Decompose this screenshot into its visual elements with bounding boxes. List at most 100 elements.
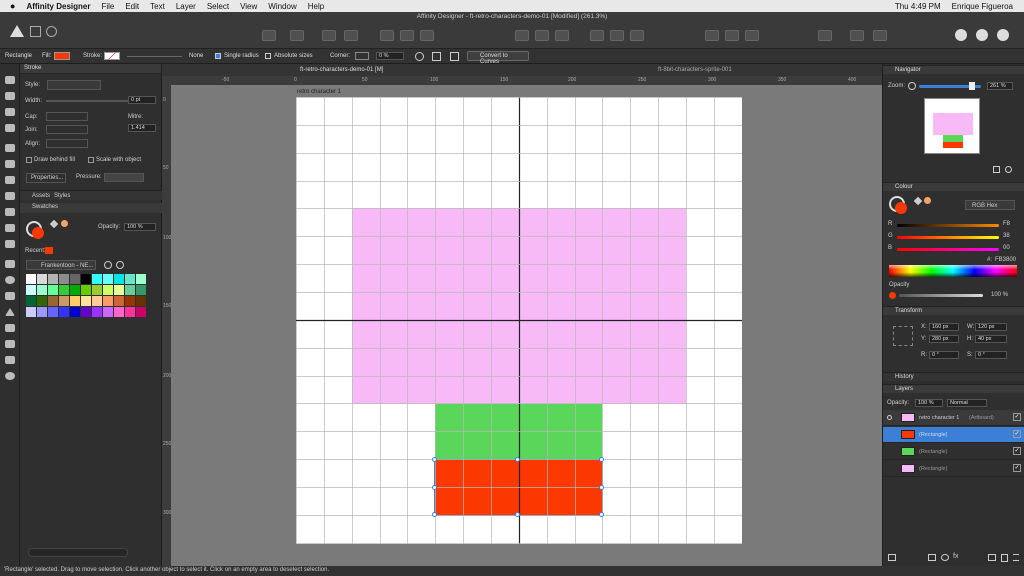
flip-h-button[interactable] — [380, 30, 394, 41]
r-slider[interactable] — [897, 224, 999, 227]
pen-tool-icon[interactable] — [5, 144, 15, 152]
snapping-button[interactable] — [262, 30, 276, 41]
colour-opacity-slider[interactable] — [899, 294, 983, 297]
colour-picker-icon[interactable] — [49, 219, 59, 229]
flip-v-button[interactable] — [400, 30, 414, 41]
mask-icon[interactable] — [928, 554, 936, 561]
rotation-field[interactable]: 0 ° — [929, 351, 959, 359]
stroke-swatch[interactable] — [104, 52, 120, 60]
swatch-chip[interactable] — [125, 285, 135, 295]
rounded-rectangle-tool-icon[interactable] — [5, 292, 15, 300]
swatch-chip[interactable] — [103, 285, 113, 295]
selection-handle[interactable] — [432, 457, 437, 462]
swatch-chip[interactable] — [48, 274, 58, 284]
tab-layers[interactable]: Layers — [883, 384, 1024, 393]
shear-field[interactable]: 0 ° — [975, 351, 1007, 359]
app-menu[interactable]: Affinity Designer — [26, 2, 90, 11]
swatch-chip[interactable] — [114, 307, 124, 317]
swatch-chip[interactable] — [48, 285, 58, 295]
stroke-style-buttons[interactable] — [47, 80, 101, 90]
edit-icon[interactable] — [450, 52, 459, 61]
fill-colour-circle[interactable] — [895, 202, 907, 214]
colour-mode-dropdown[interactable]: RGB Hex — [965, 200, 1015, 210]
swatch-chip[interactable] — [125, 296, 135, 306]
swatch-chip[interactable] — [37, 274, 47, 284]
w-field[interactable]: 120 px — [975, 323, 1007, 331]
layer-row-red-rectangle[interactable]: (Rectangle) ✓ — [883, 427, 1024, 443]
swatch-chip[interactable] — [92, 296, 102, 306]
snap-grid-button[interactable] — [850, 30, 864, 41]
palette-dropdown[interactable]: Frankentoon - NE... — [26, 260, 96, 270]
arrange-button[interactable] — [290, 30, 304, 41]
single-radius-checkbox[interactable] — [215, 53, 221, 59]
apple-icon[interactable]: ● — [10, 1, 15, 11]
zoom-out-icon[interactable] — [908, 82, 916, 90]
menu-text[interactable]: Text — [150, 2, 165, 11]
menu-file[interactable]: File — [101, 2, 114, 11]
swatch-chip[interactable] — [81, 307, 91, 317]
join-buttons[interactable] — [46, 125, 88, 134]
swatch-chip[interactable] — [125, 307, 135, 317]
layer-row-artboard[interactable]: retro character 1 (Artboard) ✓ — [883, 410, 1024, 426]
zoom-slider-thumb[interactable] — [969, 82, 975, 90]
rotate-button[interactable] — [420, 30, 434, 41]
swatch-chip[interactable] — [103, 296, 113, 306]
x-field[interactable]: 160 px — [929, 323, 959, 331]
swatch-chip[interactable] — [81, 285, 91, 295]
corner-tool-icon[interactable] — [5, 108, 15, 116]
width-field[interactable]: 0 pt — [128, 96, 156, 104]
selection-handle[interactable] — [432, 485, 437, 490]
swatch-chip[interactable] — [114, 274, 124, 284]
stroke-width-slider[interactable] — [127, 56, 182, 57]
fx-icon[interactable]: fx — [953, 553, 958, 560]
align-button[interactable] — [322, 30, 336, 41]
corner-type-dropdown[interactable] — [355, 52, 369, 60]
swatch-chip[interactable] — [26, 274, 36, 284]
noise-icon[interactable] — [61, 220, 68, 227]
align-top-button[interactable] — [590, 30, 604, 41]
hex-value[interactable]: FB3800 — [995, 257, 1016, 263]
artboard-label[interactable]: retro character 1 — [297, 89, 341, 95]
align-left-button[interactable] — [515, 30, 529, 41]
geometry-button[interactable] — [745, 30, 759, 41]
selection-handle[interactable] — [432, 512, 437, 517]
align-bottom-button[interactable] — [630, 30, 644, 41]
swatch-chip[interactable] — [37, 296, 47, 306]
selection-handle[interactable] — [599, 457, 604, 462]
swatch-chip[interactable] — [37, 285, 47, 295]
selection-handle[interactable] — [515, 457, 520, 462]
mitre-field[interactable]: 1.414 — [128, 124, 156, 132]
corner-value-field[interactable]: 0 % — [376, 52, 404, 60]
menu-select[interactable]: Select — [207, 2, 229, 11]
chat-icon[interactable] — [976, 29, 988, 41]
move-icon[interactable] — [432, 52, 441, 61]
blend-mode-dropdown[interactable]: Normal — [947, 399, 987, 407]
layer-row-green-rectangle[interactable]: (Rectangle) ✓ — [883, 444, 1024, 460]
fill-colour-circle[interactable] — [32, 227, 44, 239]
swatch-chip[interactable] — [59, 296, 69, 306]
pressure-graph[interactable] — [104, 173, 144, 182]
swatch-chip[interactable] — [81, 296, 91, 306]
swatch-chip[interactable] — [114, 285, 124, 295]
align-right-button[interactable] — [555, 30, 569, 41]
tab-transform[interactable]: Transform — [883, 306, 1024, 315]
swatch-chip[interactable] — [26, 285, 36, 295]
layer-visibility-checkbox[interactable]: ✓ — [1013, 413, 1021, 421]
swatch-chip[interactable] — [59, 285, 69, 295]
add-view-icon[interactable] — [993, 166, 1000, 173]
swatch-chip[interactable] — [125, 274, 135, 284]
y-field[interactable]: 280 px — [929, 335, 959, 343]
swatch-search-field[interactable] — [28, 548, 128, 557]
transparency-tool-icon[interactable] — [5, 208, 15, 216]
swatch-chip[interactable] — [136, 307, 146, 317]
colour-picker-icon[interactable] — [913, 196, 923, 206]
swatch-chip[interactable] — [59, 274, 69, 284]
expand-arrow-icon[interactable] — [887, 415, 892, 420]
swatch-chip[interactable] — [70, 296, 80, 306]
crop-tool-icon[interactable] — [5, 240, 15, 248]
tab-styles[interactable]: Styles — [54, 193, 70, 199]
colour-opacity-value[interactable]: 100 % — [991, 292, 1008, 298]
layer-row-pink-rectangle[interactable]: (Rectangle) ✓ — [883, 461, 1024, 477]
ellipse-tool-icon[interactable] — [5, 276, 15, 284]
triangle-tool-icon[interactable] — [5, 308, 15, 316]
